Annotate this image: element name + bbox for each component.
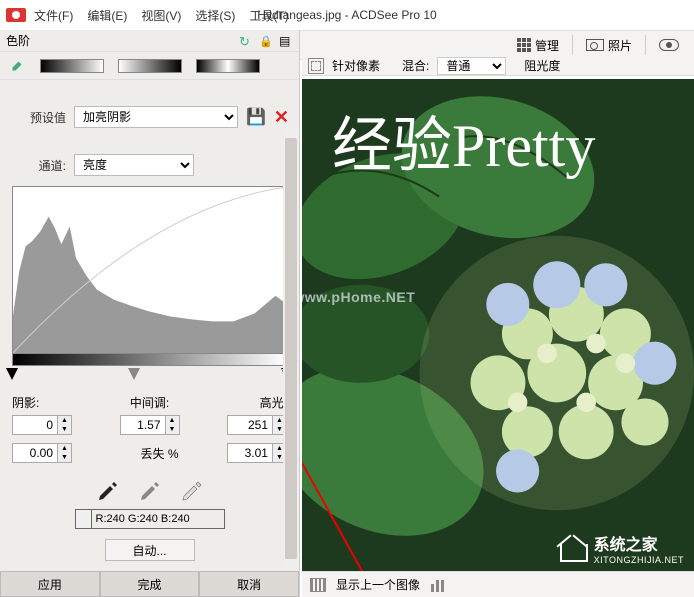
shadow-clip-value[interactable] [12, 443, 58, 463]
menu-file[interactable]: 文件(F) [34, 7, 73, 24]
preset-label: 预设值 [10, 109, 66, 126]
channel-row: 通道: 亮度 [0, 148, 299, 182]
prev-image-button[interactable]: 显示上一个图像 [336, 576, 420, 593]
shadow-input[interactable]: ▲▼ [12, 415, 72, 435]
down-icon[interactable]: ▼ [166, 425, 179, 434]
highlight-col: 高光: ▲▼ [209, 394, 287, 435]
done-button[interactable]: 完成 [100, 571, 200, 597]
menu-view[interactable]: 视图(V) [141, 7, 181, 24]
image-canvas[interactable]: 经验Pretty wwww.pHome.NET 系统之家 XITONGZHIJI… [302, 79, 694, 571]
blend-label: 混合: [402, 57, 429, 74]
house-icon [556, 534, 588, 562]
levels-panel: 色阶 ▤ 预设值 加亮阴影 💾 ✕ 通道: 亮度 [0, 30, 300, 597]
histogram[interactable] [12, 186, 287, 354]
logo-main: 系统之家 [594, 537, 658, 554]
up-icon[interactable]: ▲ [58, 416, 71, 425]
shadow-col: 阴影: ▲▼ [12, 394, 90, 435]
blend-select[interactable]: 普通 [437, 57, 506, 75]
auto-button[interactable]: 自动... [105, 539, 195, 561]
shadow-slider-handle[interactable] [6, 368, 18, 380]
highlight-input[interactable]: ▲▼ [227, 415, 287, 435]
shadow-clip-input[interactable]: ▲▼ [12, 443, 72, 463]
filmstrip-icon[interactable] [310, 578, 326, 592]
channel-label: 通道: [10, 157, 66, 174]
lock-icon[interactable] [259, 34, 273, 48]
gradient-black-to-white[interactable] [40, 59, 104, 73]
refresh-icon[interactable] [239, 34, 253, 48]
bottom-bar: 显示上一个图像 [302, 571, 694, 597]
panel-header: 色阶 ▤ [0, 30, 299, 52]
shadow-value[interactable] [12, 415, 58, 435]
midtone-label: 中间调: [130, 394, 169, 411]
separator [645, 35, 646, 55]
opacity-label: 阻光度 [524, 57, 560, 74]
highlight-clip-value[interactable] [227, 443, 273, 463]
overlay-text: 经验Pretty [332, 97, 684, 184]
app-icon [6, 8, 26, 22]
clipping-row: ▲▼ 丢失 % ▲▼ [0, 439, 299, 467]
manage-label: 管理 [535, 37, 559, 54]
watermark-url: wwww.pHome.NET [302, 289, 415, 305]
up-icon[interactable]: ▲ [166, 416, 179, 425]
levels-slider[interactable] [12, 368, 287, 386]
gradient-presets-row [0, 52, 299, 80]
logo: 系统之家 XITONGZHIJIA.NET [556, 531, 684, 565]
photo-icon [586, 39, 604, 51]
photos-mode-button[interactable]: 照片 [579, 34, 639, 57]
eyedropper-row [0, 467, 299, 509]
white-point-dropper[interactable] [180, 479, 204, 503]
apply-button[interactable]: 应用 [0, 571, 100, 597]
gradient-solarize[interactable] [196, 59, 260, 73]
black-point-dropper[interactable] [96, 479, 120, 503]
eyedropper-icon[interactable] [8, 57, 26, 75]
fit-icon[interactable] [308, 58, 324, 74]
gradient-white-to-black[interactable] [118, 59, 182, 73]
photos-label: 照片 [608, 37, 632, 54]
delete-preset-icon[interactable]: ✕ [274, 107, 289, 128]
menu-icon[interactable]: ▤ [279, 34, 293, 48]
midtone-col: 中间调: ▲▼ [111, 394, 189, 435]
gray-point-dropper[interactable] [138, 479, 162, 503]
window-title: Hydrangeas.jpg - ACDSee Pro 10 [257, 8, 436, 22]
levels-values-row: 阴影: ▲▼ 中间调: ▲▼ 高光: ▲▼ [0, 386, 299, 439]
midtone-value[interactable] [120, 415, 166, 435]
sidebar-scrollbar[interactable] [283, 130, 299, 567]
histogram-area [12, 186, 287, 386]
histogram-gradient [12, 354, 287, 366]
view-mode-button[interactable] [652, 36, 686, 54]
save-preset-icon[interactable]: 💾 [246, 107, 266, 127]
eye-icon [659, 39, 679, 51]
channel-select[interactable]: 亮度 [74, 154, 194, 176]
grid-icon [517, 38, 531, 52]
cancel-button[interactable]: 取消 [199, 571, 299, 597]
menu-edit[interactable]: 编辑(E) [87, 7, 127, 24]
separator [572, 35, 573, 55]
image-toolbar: 针对像素 混合: 普通 阻光度 [302, 56, 694, 76]
midtone-slider-handle[interactable] [128, 368, 140, 380]
scrollbar-thumb[interactable] [285, 138, 297, 559]
up-icon[interactable]: ▲ [58, 444, 71, 453]
highlight-value[interactable] [227, 415, 273, 435]
action-buttons: 应用 完成 取消 [0, 571, 299, 597]
lose-label: 丢失 % [140, 445, 178, 462]
rgb-readout: R:240 G:240 B:240 [75, 509, 225, 529]
midtone-input[interactable]: ▲▼ [120, 415, 180, 435]
preset-select[interactable]: 加亮阴影 [74, 106, 238, 128]
down-icon[interactable]: ▼ [58, 453, 71, 462]
logo-sub: XITONGZHIJIA.NET [594, 555, 684, 565]
shadow-label: 阴影: [12, 394, 39, 411]
preset-row: 预设值 加亮阴影 💾 ✕ [0, 100, 299, 134]
pixel-target-button[interactable]: 针对像素 [332, 57, 380, 74]
rgb-text: R:240 G:240 B:240 [92, 513, 194, 525]
menu-select[interactable]: 选择(S) [195, 7, 235, 24]
highlight-clip-input[interactable]: ▲▼ [227, 443, 287, 463]
histogram-toggle-icon[interactable] [430, 578, 446, 592]
panel-title: 色阶 [6, 32, 30, 49]
manage-mode-button[interactable]: 管理 [510, 34, 566, 57]
down-icon[interactable]: ▼ [58, 425, 71, 434]
rgb-swatch [76, 510, 92, 528]
